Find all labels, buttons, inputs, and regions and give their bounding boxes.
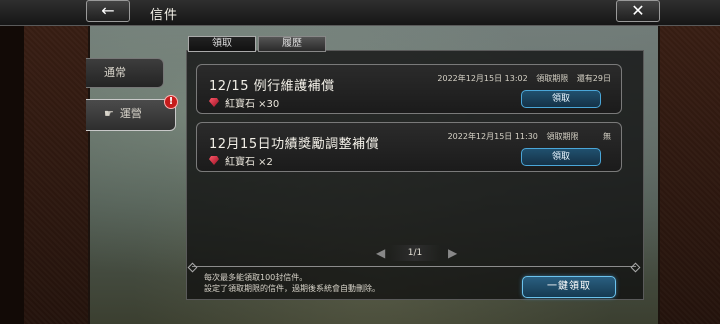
mail-title: 12/15 例行維護補償: [209, 79, 335, 94]
footer-note-expiry: 設定了領取期限的信件，過期後系統會自動刪除。: [204, 284, 380, 293]
mail-deadline-value: 還有29日: [576, 74, 611, 83]
ruby-gem-icon: [209, 156, 219, 165]
mail-reward: 紅寶石 ×2: [225, 157, 273, 168]
page-indicator: 1/1: [390, 245, 440, 261]
tab-claim[interactable]: 領取: [188, 36, 256, 52]
pointing-hand-icon: ☛: [104, 107, 114, 120]
close-button[interactable]: ✕: [616, 0, 660, 22]
arrow-left-icon: ←: [101, 1, 115, 20]
claim-button[interactable]: 領取: [521, 90, 601, 108]
claim-button[interactable]: 領取: [521, 148, 601, 166]
footer-note-limit: 每次最多能領取100封信件。: [204, 273, 308, 282]
mail-deadline-label: 領取期限: [546, 132, 579, 141]
tab-history[interactable]: 履歷: [258, 36, 326, 52]
mail-date: 2022年12月15日 11:30: [447, 132, 538, 141]
prev-page-icon[interactable]: ◀: [376, 246, 385, 260]
sidebar-item-operations[interactable]: ☛ 運營: [86, 99, 176, 131]
mail-date: 2022年12月15日 13:02: [437, 74, 528, 83]
alert-badge: !: [164, 95, 178, 109]
next-page-icon[interactable]: ▶: [448, 246, 457, 260]
claim-all-button[interactable]: 一鍵領取: [522, 276, 616, 298]
sidebar-item-normal[interactable]: 通常: [86, 58, 164, 88]
mail-meta: 2022年12月15日 11:30 領取期限 無: [442, 131, 611, 142]
top-bar: ← 信件 ✕: [0, 0, 720, 26]
mail-item[interactable]: 12月15日功績獎勵調整補償 2022年12月15日 11:30 領取期限 無 …: [196, 122, 622, 172]
ruby-gem-icon: [209, 98, 219, 107]
mail-item[interactable]: 12/15 例行維護補償 2022年12月15日 13:02 領取期限 還有29…: [196, 64, 622, 114]
footer-divider: [192, 266, 636, 267]
sidebar-item-label: 通常: [104, 66, 126, 79]
back-button[interactable]: ←: [86, 0, 130, 22]
close-x-icon: ✕: [631, 1, 645, 20]
page-title: 信件: [150, 8, 179, 23]
mail-reward: 紅寶石 ×30: [225, 99, 280, 110]
mail-deadline-value: 無: [603, 132, 611, 141]
sidebar-item-label: 運營: [119, 107, 142, 120]
left-edge: [0, 0, 24, 324]
mail-title: 12月15日功績獎勵調整補償: [209, 137, 380, 152]
mail-meta: 2022年12月15日 13:02 領取期限 還有29日: [431, 73, 611, 84]
mail-deadline-label: 領取期限: [536, 74, 569, 83]
